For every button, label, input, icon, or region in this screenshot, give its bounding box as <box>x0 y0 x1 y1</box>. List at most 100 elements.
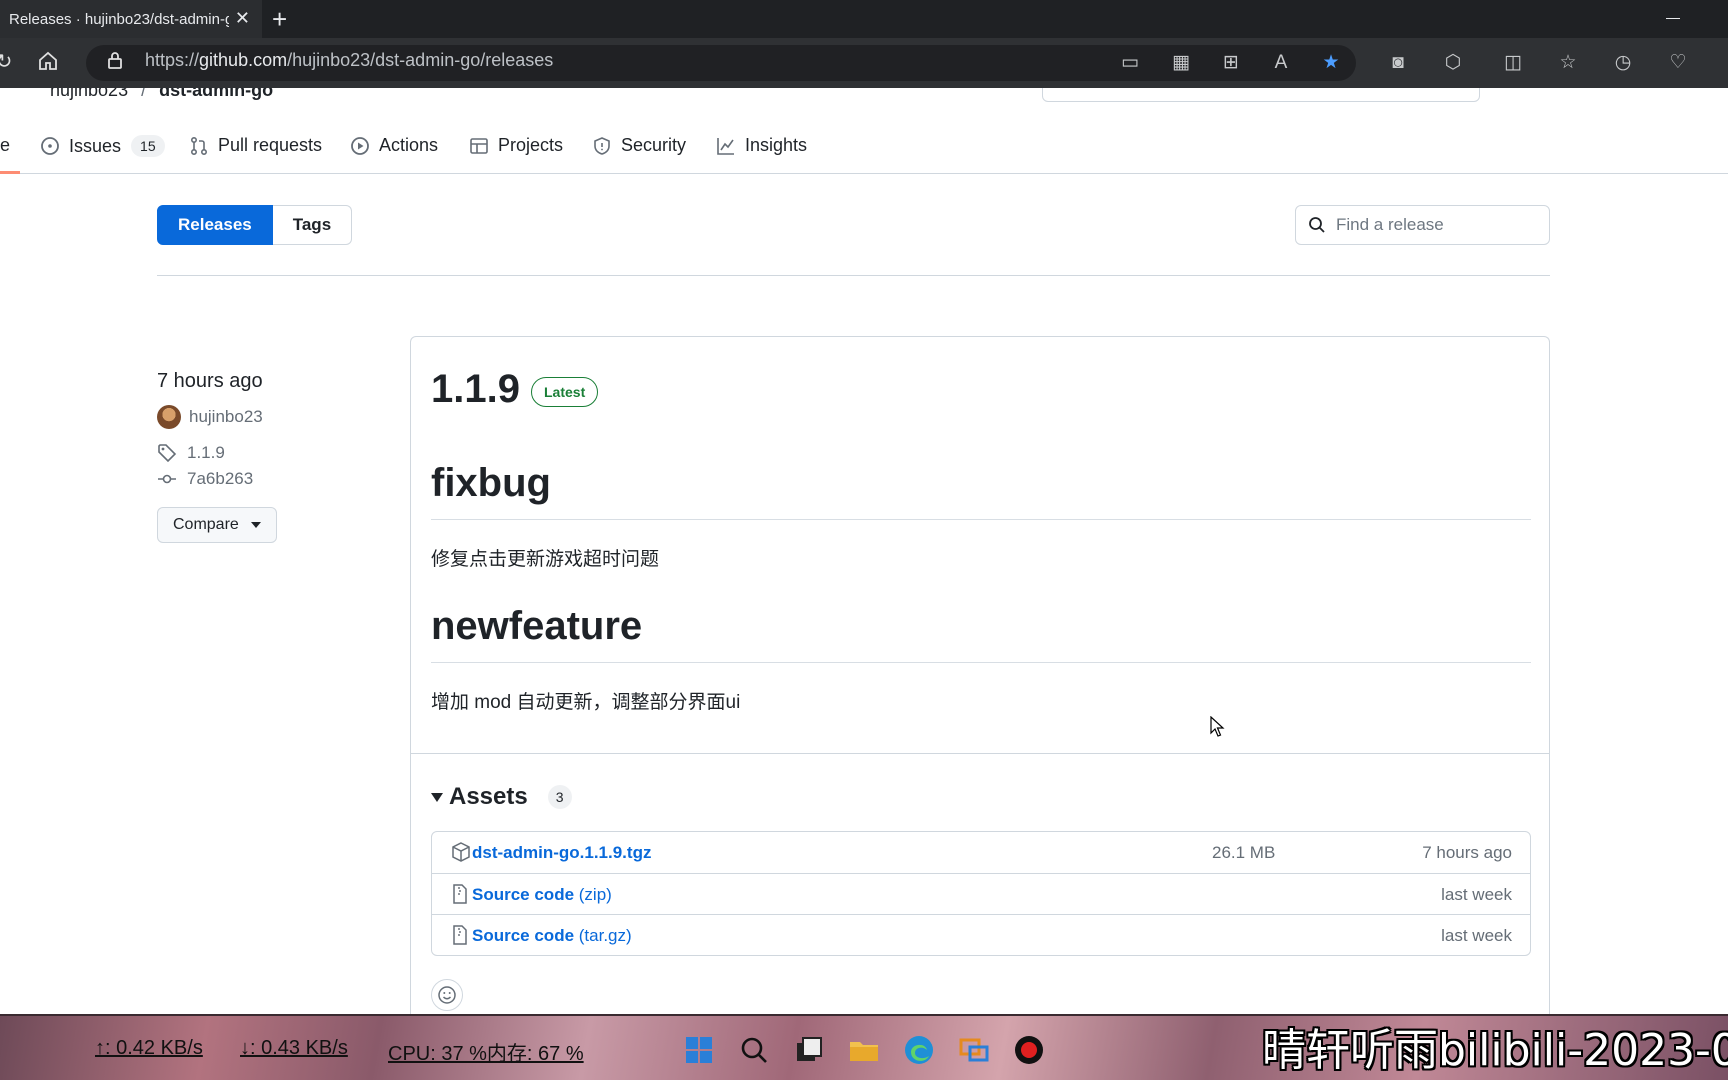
tab-issues[interactable]: Issues 15 <box>40 135 165 157</box>
performance-icon[interactable]: ♡ <box>1665 50 1691 76</box>
close-icon[interactable]: ✕ <box>235 8 250 29</box>
mouse-cursor-icon <box>1210 716 1225 737</box>
smiley-icon <box>438 986 456 1004</box>
tab-issues-label: Issues <box>69 135 122 156</box>
github-header: hujinbo23 / dst-admin-go <box>0 88 1728 110</box>
file-explorer-icon[interactable] <box>848 1034 880 1066</box>
read-aloud-icon[interactable]: A <box>1268 50 1294 76</box>
tab-projects[interactable]: Projects <box>469 135 563 156</box>
tab-code[interactable]: e <box>0 135 10 156</box>
tab-insights-label: Insights <box>745 135 808 155</box>
browser-tab-strip: Releases · hujinbo23/dst-admin-go ✕ + <box>0 0 1728 38</box>
release-tag[interactable]: 1.1.9 <box>157 443 387 463</box>
package-icon <box>452 842 470 862</box>
apps-grid-icon[interactable]: ▦ <box>1168 50 1194 76</box>
repo-nav: e Issues 15 Pull requests Actions Projec… <box>0 124 1728 174</box>
edge-browser-icon[interactable] <box>903 1034 935 1066</box>
task-view-icon[interactable] <box>793 1034 825 1066</box>
favorite-star-icon[interactable]: ★ <box>1318 50 1344 76</box>
release-author[interactable]: hujinbo23 <box>157 405 387 429</box>
tag-icon <box>158 444 177 463</box>
find-release-field[interactable] <box>1295 205 1550 245</box>
asset-link[interactable]: Source code (zip) <box>472 885 612 905</box>
tab-pull-requests[interactable]: Pull requests <box>189 135 322 156</box>
repo-link[interactable]: dst-admin-go <box>159 88 273 100</box>
compare-label: Compare <box>173 516 239 533</box>
pull-request-icon <box>190 136 208 155</box>
asset-size: 26.1 MB <box>1212 843 1276 862</box>
notes-paragraph-fixbug: 修复点击更新游戏超时问题 <box>431 549 660 570</box>
assets-separator <box>411 753 1549 754</box>
minimize-icon[interactable] <box>1666 18 1680 19</box>
refresh-icon[interactable]: ↻ <box>0 50 16 74</box>
release-meta: 7 hours ago hujinbo23 1.1.9 7a6b263 Comp… <box>157 370 387 543</box>
tab-actions[interactable]: Actions <box>350 135 438 156</box>
add-reaction-button[interactable] <box>431 979 463 1011</box>
assets-toggle[interactable]: Assets 3 <box>431 783 572 811</box>
new-tab-button[interactable]: + <box>272 4 287 34</box>
tag-link[interactable]: 1.1.9 <box>187 443 225 463</box>
home-icon[interactable] <box>36 50 60 74</box>
release-card: 1.1.9 Latest fixbug 修复点击更新游戏超时问题 newfeat… <box>410 336 1550 1080</box>
record-icon[interactable] <box>1013 1034 1045 1066</box>
tab-insights[interactable]: Insights <box>716 135 807 156</box>
notes-paragraph-newfeature: 增加 mod 自动更新，调整部分界面ui <box>431 692 741 713</box>
file-zip-icon <box>453 884 467 904</box>
asset-link[interactable]: dst-admin-go.1.1.9.tgz <box>472 843 651 863</box>
search-icon <box>1309 217 1325 233</box>
add-app-icon[interactable]: ⊞ <box>1218 50 1244 76</box>
owner-link[interactable]: hujinbo23 <box>50 88 128 100</box>
shield-icon <box>594 136 610 155</box>
search-icon[interactable] <box>738 1034 770 1066</box>
asset-time: 7 hours ago <box>1422 843 1512 862</box>
release-time: 7 hours ago <box>157 370 263 392</box>
app-available-icon[interactable]: ▭ <box>1117 50 1143 76</box>
section-divider <box>157 275 1550 276</box>
tab-security-label: Security <box>621 135 687 155</box>
assets-title: Assets <box>449 783 528 810</box>
favorites-icon[interactable]: ☆ <box>1555 50 1581 76</box>
browser-tab-active[interactable]: Releases · hujinbo23/dst-admin-go ✕ <box>0 0 262 38</box>
heading-rule <box>431 519 1531 520</box>
find-release-input[interactable] <box>1336 215 1536 235</box>
download-speed: ↓: 0.43 KB/s <box>240 1037 348 1059</box>
split-screen-icon[interactable]: ◫ <box>1500 50 1526 76</box>
releases-tab-button[interactable]: Releases <box>157 205 273 245</box>
play-icon <box>351 136 369 155</box>
release-commit[interactable]: 7a6b263 <box>157 469 387 489</box>
triangle-down-icon <box>431 792 443 802</box>
tab-projects-label: Projects <box>498 135 564 155</box>
list-item[interactable]: dst-admin-go.1.1.9.tgz 26.1 MB 7 hours a… <box>432 832 1530 873</box>
issue-icon <box>41 137 59 155</box>
video-watermark: 晴轩听雨bilibili-2023-08 <box>1262 1025 1728 1076</box>
list-item[interactable]: Source code (tar.gz) last week <box>432 914 1530 955</box>
issues-counter: 15 <box>131 135 165 157</box>
history-icon[interactable]: ◷ <box>1610 50 1636 76</box>
compare-button[interactable]: Compare <box>157 507 277 543</box>
start-icon[interactable] <box>683 1034 715 1066</box>
tab-code-label: e <box>0 135 11 155</box>
tab-actions-label: Actions <box>379 135 439 155</box>
github-search-input[interactable] <box>1042 88 1480 102</box>
author-link[interactable]: hujinbo23 <box>189 407 263 427</box>
remote-desktop-icon[interactable] <box>958 1034 990 1066</box>
assets-list: dst-admin-go.1.1.9.tgz 26.1 MB 7 hours a… <box>431 831 1531 956</box>
extension-face-icon[interactable]: ◙ <box>1385 50 1411 76</box>
extensions-icon[interactable]: ⬡ <box>1440 50 1466 76</box>
avatar[interactable] <box>157 405 181 429</box>
tags-tab-button[interactable]: Tags <box>272 205 353 245</box>
tab-pull-requests-label: Pull requests <box>218 135 323 155</box>
commit-link[interactable]: 7a6b263 <box>187 469 253 489</box>
commit-icon <box>158 474 176 484</box>
list-item[interactable]: Source code (zip) last week <box>432 873 1530 914</box>
url-text: https://github.com/hujinbo23/dst-admin-g… <box>145 50 554 70</box>
latest-badge: Latest <box>531 377 599 407</box>
asset-link[interactable]: Source code (tar.gz) <box>472 926 632 946</box>
lock-icon[interactable] <box>103 50 127 74</box>
breadcrumb: hujinbo23 / dst-admin-go <box>50 88 273 101</box>
release-title[interactable]: 1.1.9 <box>431 367 520 412</box>
tab-security[interactable]: Security <box>592 135 686 156</box>
notes-heading-fixbug: fixbug <box>431 461 551 505</box>
assets-counter: 3 <box>547 785 572 809</box>
releases-subnav: Releases Tags <box>157 205 353 245</box>
